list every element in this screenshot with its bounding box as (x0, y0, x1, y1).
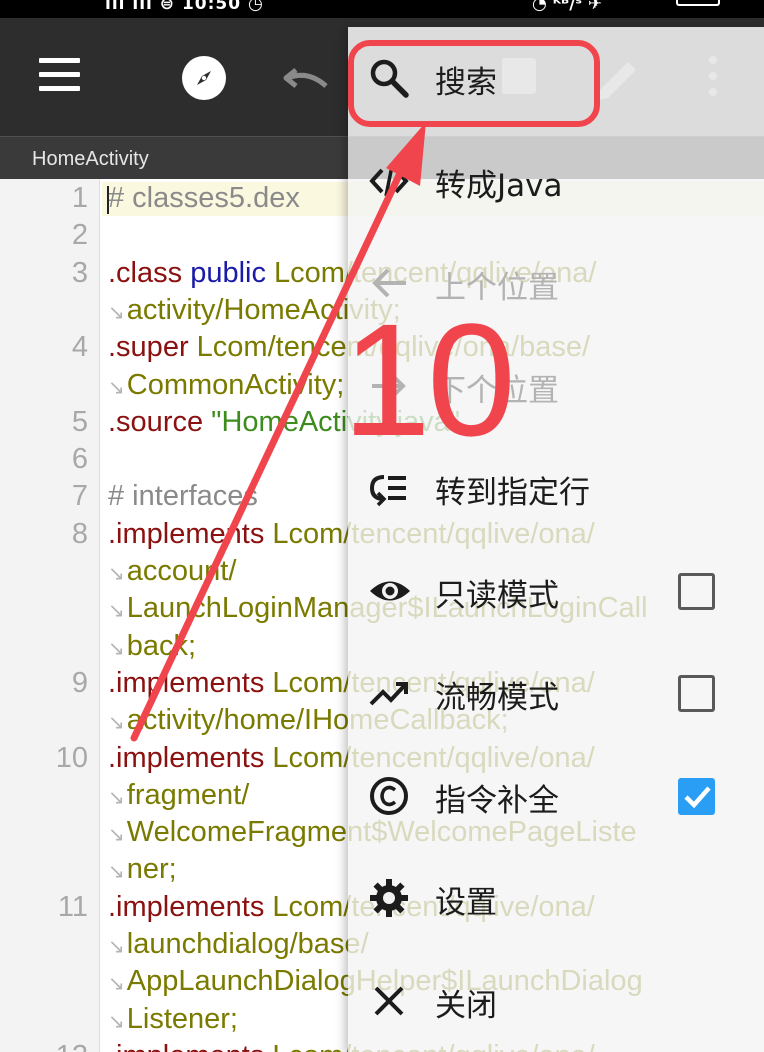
code-token: launchdialog/base/ (126, 928, 369, 960)
wrap-arrow-icon: ↘ (108, 1010, 125, 1033)
code-text: ↘fragment/ (108, 779, 249, 812)
menu-item-label: 关闭 (435, 987, 497, 1024)
code-text: # interfaces (108, 480, 258, 513)
menu-item-label: 只读模式 (435, 577, 559, 614)
line-number: 2 (71, 219, 88, 252)
menu-item-checkbox[interactable] (678, 572, 715, 610)
code-text: ↘account/ (108, 555, 236, 588)
code-token: .implements (108, 1040, 272, 1052)
code-token: fragment/ (126, 778, 250, 811)
line-number: 5 (71, 405, 88, 438)
text-cursor (107, 186, 109, 214)
menu-item-eye[interactable]: 只读模式 (348, 540, 764, 641)
wrap-arrow-icon: ↘ (108, 973, 125, 996)
wrap-arrow-icon: ↘ (108, 712, 125, 735)
annotation-highlight-box (348, 40, 600, 127)
code-icon (368, 160, 410, 202)
wrap-arrow-icon: ↘ (108, 786, 125, 809)
battery-icon (676, 0, 720, 6)
code-token: back; (126, 629, 197, 662)
code-token: .class (108, 256, 191, 289)
code-token: # interfaces (108, 480, 258, 513)
line-number: 4 (71, 331, 88, 364)
wrap-arrow-icon: ↘ (108, 861, 125, 884)
menu-item-code[interactable]: 转成Java (348, 130, 764, 231)
menu-item-gear[interactable]: 设置 (348, 847, 764, 948)
wrap-arrow-icon: ↘ (108, 936, 125, 958)
menu-item-trending[interactable]: 流畅模式 (348, 642, 764, 743)
code-text: ↘ner; (108, 853, 177, 886)
hamburger-icon[interactable] (39, 58, 80, 92)
menu-item-label: 流畅模式 (435, 680, 559, 716)
code-text: ↘Listener; (108, 1003, 238, 1036)
status-bar: ıll ıll ⊜ 10:50 ◷ ◔ ᴷᴮ/ˢ ✈ (0, 0, 764, 18)
menu-item-label: 转到指定行 (435, 475, 590, 511)
menu-item-close[interactable]: 关闭 (348, 950, 764, 1051)
code-token: CommonActivity; (126, 368, 345, 401)
goto-line-icon (368, 467, 410, 509)
code-text: ↘CommonActivity; (108, 369, 344, 402)
wrap-arrow-icon: ↘ (108, 301, 125, 324)
status-bar-left: ıll ıll ⊜ 10:50 ◷ (105, 0, 264, 14)
wrap-arrow-icon: ↘ (108, 600, 125, 623)
line-number: 6 (71, 443, 88, 476)
undo-icon[interactable] (282, 64, 330, 98)
line-number: 1 (71, 182, 88, 214)
line-number: 3 (71, 256, 88, 289)
menu-item-checkbox[interactable] (678, 777, 715, 815)
code-text: ↘back; (108, 630, 196, 663)
code-token: Listener; (126, 1002, 238, 1035)
code-token: .implements (108, 666, 273, 699)
wrap-arrow-icon: ↘ (108, 637, 125, 660)
line-number: 8 (71, 517, 88, 550)
trending-icon (368, 672, 410, 714)
status-bar-right: ◔ ᴷᴮ/ˢ ✈ (532, 0, 603, 14)
code-text: # classes5.dex (108, 182, 300, 215)
wrap-arrow-icon: ↘ (108, 563, 125, 585)
code-token: account/ (126, 555, 237, 587)
line-number: 9 (71, 666, 88, 699)
code-token: ner; (126, 853, 177, 886)
code-token: public (190, 256, 275, 289)
code-token: .source (108, 405, 212, 438)
code-token: # classes5.dex (108, 182, 300, 214)
code-token: .implements (108, 890, 273, 923)
menu-item-label: 转成Java (435, 167, 563, 204)
menu-item-copyright[interactable]: 指令补全 (348, 745, 764, 846)
code-text: ↘launchdialog/base/ (108, 928, 369, 961)
menu-item-checkbox[interactable] (678, 675, 715, 712)
wrap-arrow-icon: ↘ (108, 376, 125, 399)
compass-icon[interactable] (182, 56, 226, 100)
line-number: 12 (0, 1040, 88, 1052)
eye-icon (368, 570, 410, 612)
menu-item-label: 指令补全 (435, 782, 559, 819)
line-number: 10 (55, 741, 88, 774)
code-token: .super (108, 331, 197, 364)
line-number: 7 (71, 480, 88, 513)
gear-icon (368, 877, 410, 919)
line-number: 11 (57, 890, 88, 923)
tab-home-activity[interactable]: HomeActivity (32, 148, 149, 171)
wrap-arrow-icon: ↘ (108, 824, 125, 847)
code-token: .implements (108, 517, 273, 550)
copyright-icon (368, 775, 410, 817)
code-token: .implements (108, 741, 273, 774)
annotation-step-number: 10 (342, 290, 516, 469)
menu-item-label: 设置 (435, 885, 497, 921)
close-icon (368, 980, 410, 1022)
